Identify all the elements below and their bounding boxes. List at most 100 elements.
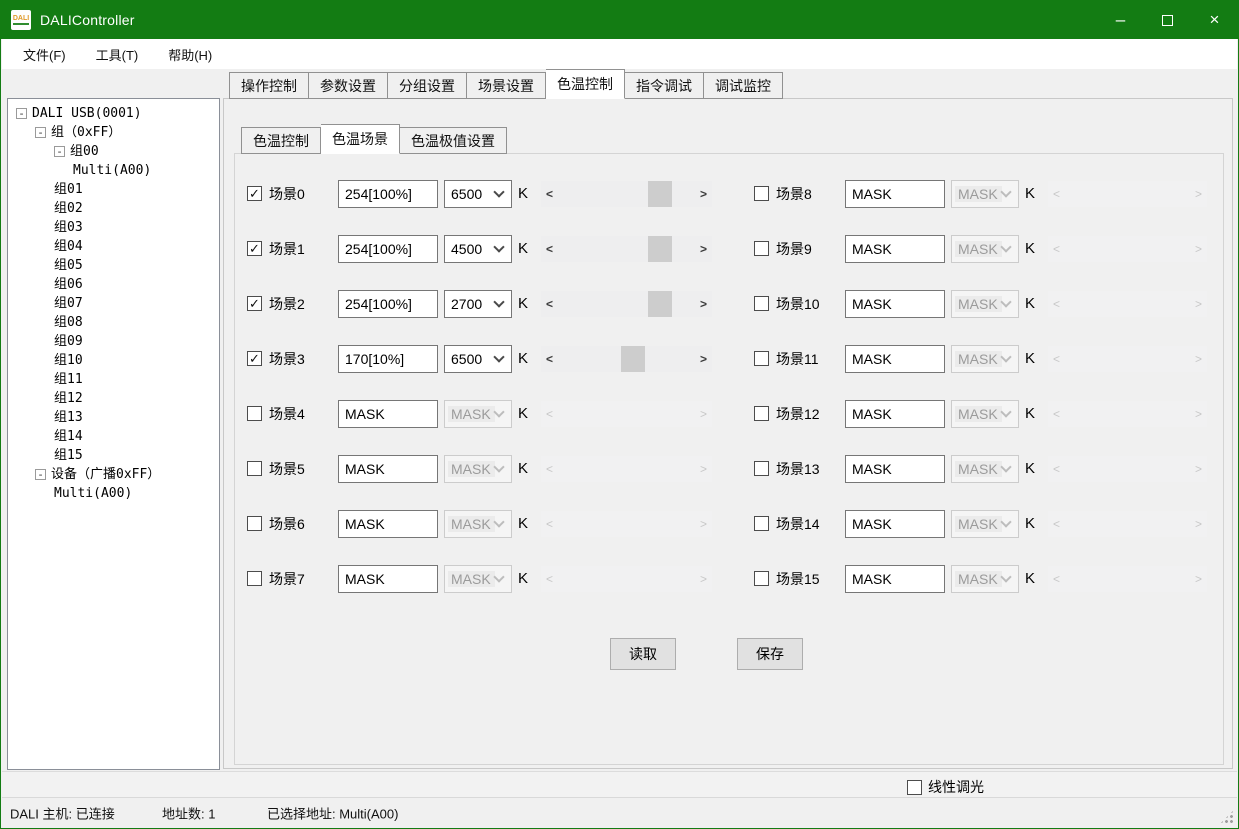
temp-scrollbar[interactable]: < > <box>541 566 712 592</box>
scrollbar-track[interactable] <box>1065 236 1190 262</box>
scrollbar-track[interactable] <box>1065 566 1190 592</box>
scrollbar-right-arrow-icon[interactable]: > <box>1190 346 1207 372</box>
scene-level-input[interactable] <box>845 455 945 483</box>
scene-temp-select[interactable]: MASK <box>951 455 1019 483</box>
device-tree[interactable]: -DALI USB(0001)-组（0xFF）-组00Multi(A00)组01… <box>7 98 220 770</box>
tree-item[interactable]: 组06 <box>8 275 219 294</box>
tab-3[interactable]: 场景设置 <box>467 72 546 99</box>
scene-level-input[interactable] <box>338 455 438 483</box>
temp-scrollbar[interactable]: < > <box>1048 181 1207 207</box>
maximize-button[interactable] <box>1144 1 1191 39</box>
scrollbar-track[interactable] <box>558 511 695 537</box>
tree-item[interactable]: 组08 <box>8 313 219 332</box>
tab-4[interactable]: 色温控制 <box>546 69 625 99</box>
scene-checkbox[interactable] <box>247 406 262 421</box>
temp-scrollbar[interactable]: < > <box>1048 236 1207 262</box>
scene-temp-select[interactable]: 6500 <box>444 345 512 373</box>
tree-item[interactable]: Multi(A00) <box>8 484 219 503</box>
scrollbar-right-arrow-icon[interactable]: > <box>1190 236 1207 262</box>
scrollbar-left-arrow-icon[interactable]: < <box>1048 456 1065 482</box>
scrollbar-track[interactable] <box>1065 401 1190 427</box>
scrollbar-track[interactable] <box>1065 181 1190 207</box>
scrollbar-track[interactable] <box>558 566 695 592</box>
scrollbar-track[interactable] <box>558 401 695 427</box>
tree-item[interactable]: 组15 <box>8 446 219 465</box>
scene-checkbox[interactable]: ✓ <box>247 351 262 366</box>
scene-temp-select[interactable]: MASK <box>444 455 512 483</box>
scene-temp-select[interactable]: MASK <box>951 180 1019 208</box>
scene-temp-select[interactable]: MASK <box>951 400 1019 428</box>
scrollbar-right-arrow-icon[interactable]: > <box>695 401 712 427</box>
scrollbar-track[interactable] <box>558 346 695 372</box>
scrollbar-right-arrow-icon[interactable]: > <box>1190 456 1207 482</box>
scrollbar-track[interactable] <box>1065 346 1190 372</box>
menu-item[interactable]: 文件(F) <box>8 39 81 69</box>
scene-level-input[interactable] <box>338 400 438 428</box>
tree-item[interactable]: -设备（广播0xFF） <box>8 465 219 484</box>
scrollbar-right-arrow-icon[interactable]: > <box>1190 511 1207 537</box>
scrollbar-left-arrow-icon[interactable]: < <box>541 181 558 207</box>
scene-temp-select[interactable]: MASK <box>951 290 1019 318</box>
tree-item[interactable]: 组03 <box>8 218 219 237</box>
temp-scrollbar[interactable]: < > <box>1048 456 1207 482</box>
scene-temp-select[interactable]: MASK <box>951 565 1019 593</box>
tree-item[interactable]: 组04 <box>8 237 219 256</box>
scene-level-input[interactable] <box>338 565 438 593</box>
scene-level-input[interactable] <box>338 510 438 538</box>
scrollbar-track[interactable] <box>1065 291 1190 317</box>
tree-item[interactable]: 组02 <box>8 199 219 218</box>
scene-temp-select[interactable]: 2700 <box>444 290 512 318</box>
tree-item[interactable]: 组01 <box>8 180 219 199</box>
scene-level-input[interactable] <box>845 290 945 318</box>
resize-grip-icon[interactable] <box>1220 810 1234 824</box>
temp-scrollbar[interactable]: < > <box>1048 346 1207 372</box>
scrollbar-left-arrow-icon[interactable]: < <box>541 511 558 537</box>
scene-temp-select[interactable]: MASK <box>444 565 512 593</box>
scrollbar-thumb[interactable] <box>621 346 645 372</box>
scrollbar-left-arrow-icon[interactable]: < <box>541 291 558 317</box>
scene-temp-select[interactable]: 4500 <box>444 235 512 263</box>
scene-checkbox[interactable] <box>754 461 769 476</box>
menu-item[interactable]: 工具(T) <box>81 39 154 69</box>
scene-checkbox[interactable] <box>247 461 262 476</box>
scene-level-input[interactable] <box>845 565 945 593</box>
tab-1[interactable]: 参数设置 <box>309 72 388 99</box>
scrollbar-right-arrow-icon[interactable]: > <box>1190 566 1207 592</box>
temp-scrollbar[interactable]: < > <box>541 456 712 482</box>
tree-item[interactable]: -组00 <box>8 142 219 161</box>
subtab-2[interactable]: 色温极值设置 <box>400 127 507 154</box>
tab-2[interactable]: 分组设置 <box>388 72 467 99</box>
tree-item[interactable]: 组09 <box>8 332 219 351</box>
scrollbar-right-arrow-icon[interactable]: > <box>695 566 712 592</box>
scene-temp-select[interactable]: MASK <box>444 400 512 428</box>
scene-checkbox[interactable] <box>754 406 769 421</box>
temp-scrollbar[interactable]: < > <box>1048 401 1207 427</box>
scrollbar-left-arrow-icon[interactable]: < <box>1048 181 1065 207</box>
linear-dimming-option[interactable]: 线性调光 <box>907 777 984 797</box>
scene-level-input[interactable] <box>845 345 945 373</box>
subtab-0[interactable]: 色温控制 <box>241 127 321 154</box>
scene-temp-select[interactable]: MASK <box>951 510 1019 538</box>
temp-scrollbar[interactable]: < > <box>1048 566 1207 592</box>
tab-0[interactable]: 操作控制 <box>229 72 309 99</box>
scrollbar-right-arrow-icon[interactable]: > <box>695 236 712 262</box>
temp-scrollbar[interactable]: < > <box>1048 291 1207 317</box>
scene-checkbox[interactable] <box>754 351 769 366</box>
scene-temp-select[interactable]: MASK <box>951 235 1019 263</box>
scrollbar-track[interactable] <box>1065 456 1190 482</box>
scrollbar-left-arrow-icon[interactable]: < <box>1048 236 1065 262</box>
scene-temp-select[interactable]: MASK <box>951 345 1019 373</box>
scrollbar-right-arrow-icon[interactable]: > <box>1190 401 1207 427</box>
tree-expander-icon[interactable]: - <box>35 469 46 480</box>
scene-checkbox[interactable] <box>754 186 769 201</box>
scrollbar-left-arrow-icon[interactable]: < <box>1048 291 1065 317</box>
tree-item[interactable]: Multi(A00) <box>8 161 219 180</box>
scrollbar-right-arrow-icon[interactable]: > <box>695 291 712 317</box>
scene-level-input[interactable] <box>845 235 945 263</box>
scene-temp-select[interactable]: MASK <box>444 510 512 538</box>
tree-item[interactable]: 组13 <box>8 408 219 427</box>
temp-scrollbar[interactable]: < > <box>541 181 712 207</box>
tree-item[interactable]: 组14 <box>8 427 219 446</box>
scrollbar-track[interactable] <box>558 181 695 207</box>
scrollbar-right-arrow-icon[interactable]: > <box>1190 181 1207 207</box>
